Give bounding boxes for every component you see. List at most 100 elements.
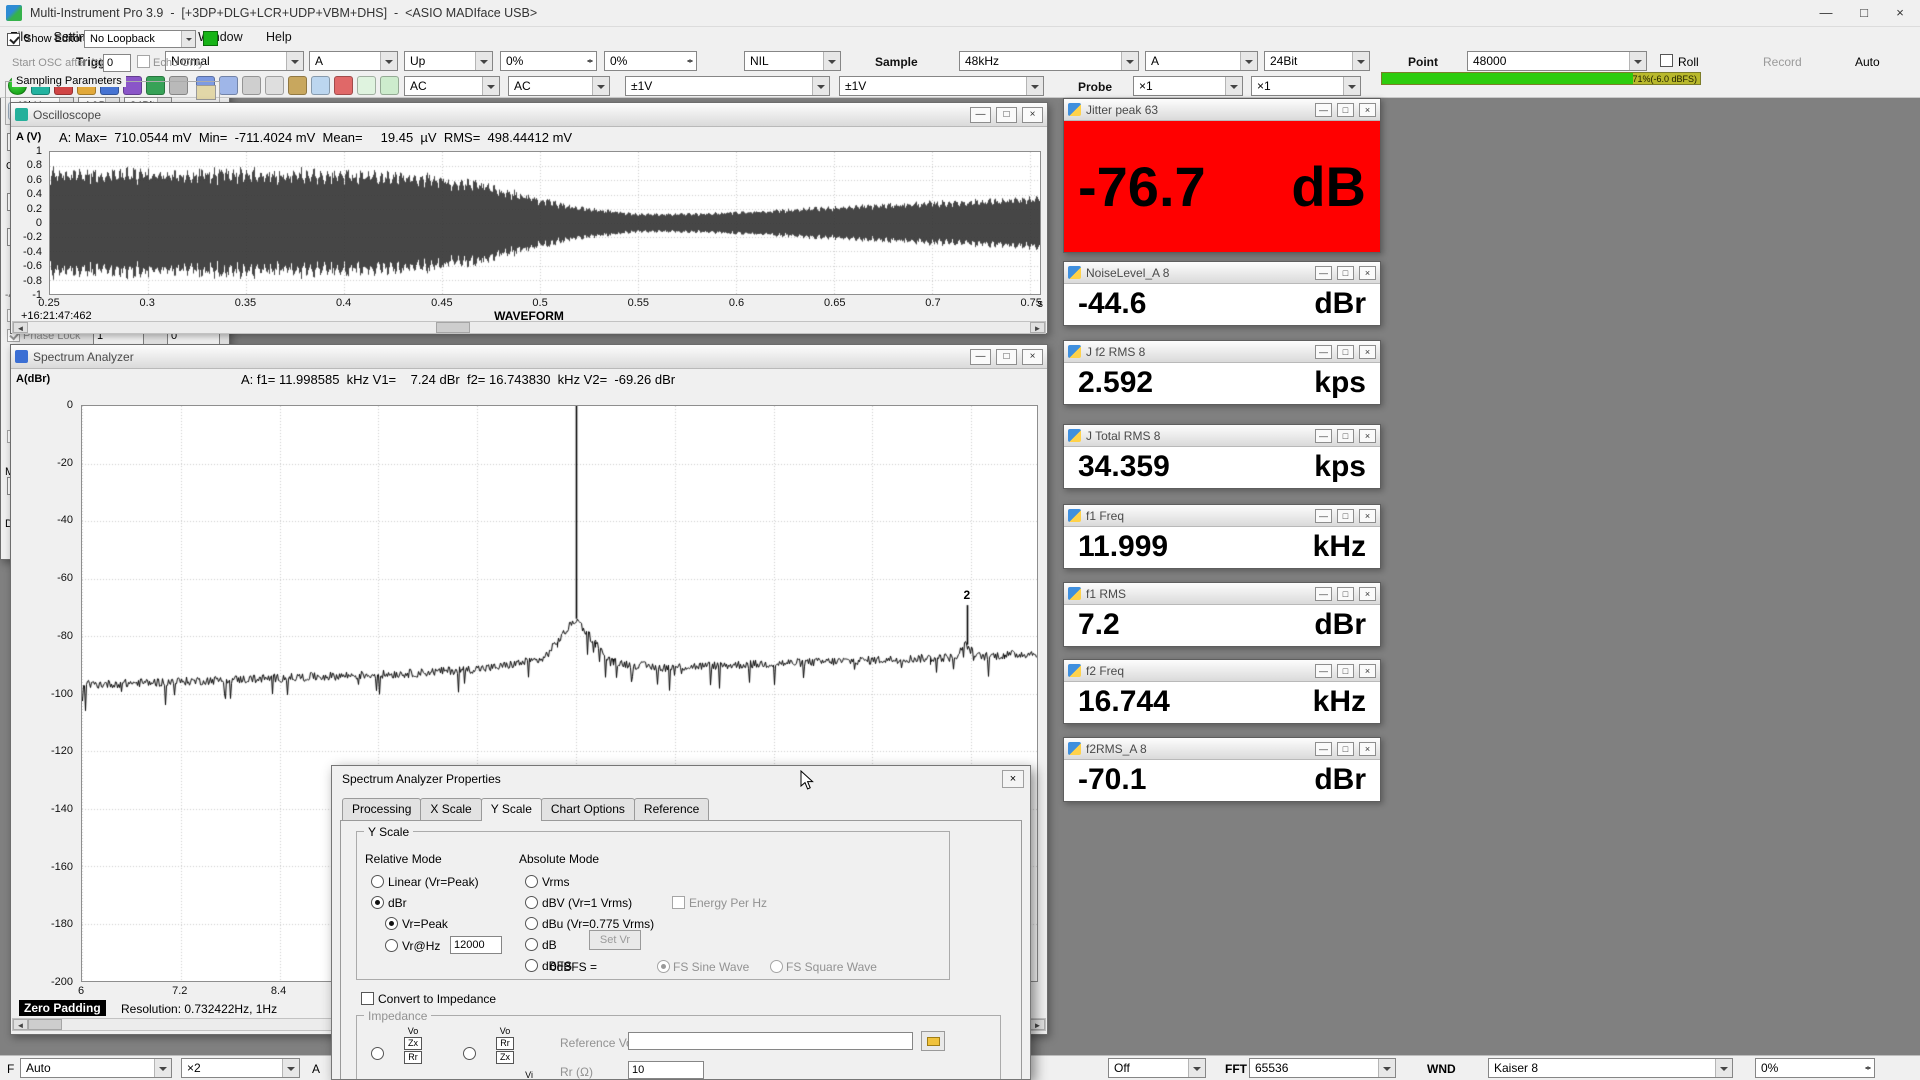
maximize-button[interactable]: □ (1337, 509, 1354, 523)
meter-titlebar[interactable]: f1 Freq — □ × (1064, 505, 1380, 527)
tab-processing[interactable]: Processing (342, 798, 421, 821)
minimize-button[interactable]: — (1315, 587, 1332, 601)
maximize-button[interactable]: □ (1337, 103, 1354, 117)
trigger-source-dropdown[interactable]: A (309, 51, 398, 71)
sample-bits-dropdown[interactable]: 24Bit (1264, 51, 1370, 71)
app-maximize-button[interactable]: □ (1846, 0, 1882, 27)
scroll-left-icon[interactable]: ◄ (13, 1019, 28, 1030)
set-vr-button[interactable]: Set Vr (589, 930, 641, 950)
screenshot-icon[interactable] (311, 76, 330, 95)
auto-button[interactable]: Auto (1855, 55, 1880, 69)
scroll-thumb[interactable] (28, 1019, 62, 1030)
start-osc-field[interactable]: 0 (103, 54, 131, 72)
sample-channel-dropdown[interactable]: A (1145, 51, 1258, 71)
dbfs-radio[interactable] (525, 959, 538, 972)
step-play-icon[interactable] (380, 76, 399, 95)
impedance-option1-radio[interactable] (371, 1047, 384, 1060)
restore-layout-icon[interactable] (265, 76, 284, 95)
maximize-button[interactable]: □ (1337, 742, 1354, 756)
linear-radio[interactable] (371, 875, 384, 888)
minimize-button[interactable]: — (1315, 509, 1332, 523)
close-button[interactable]: × (1359, 587, 1376, 601)
zoom-out-icon[interactable] (219, 76, 238, 95)
meter-titlebar[interactable]: NoiseLevel_A 8 — □ × (1064, 262, 1380, 284)
overlap-spinner[interactable]: 0% (1755, 1058, 1875, 1078)
window-function-dropdown[interactable]: Kaiser 8 (1488, 1058, 1733, 1078)
maximize-button[interactable]: □ (1337, 266, 1354, 280)
vrms-radio[interactable] (525, 875, 538, 888)
energy-per-hz-checkbox[interactable] (672, 896, 685, 909)
maximize-button[interactable]: □ (1337, 345, 1354, 359)
loopback-dropdown[interactable]: No Loopback (84, 30, 196, 48)
scroll-left-icon[interactable]: ◄ (13, 322, 28, 333)
roll-checkbox[interactable] (1660, 54, 1673, 67)
play-icon[interactable] (357, 76, 376, 95)
convert-impedance-checkbox[interactable] (361, 992, 374, 1005)
close-button[interactable]: × (1022, 349, 1043, 365)
browse-reference-button[interactable] (921, 1031, 945, 1051)
menu-help[interactable]: Help (256, 27, 302, 47)
output-mode-dropdown[interactable]: Off (1108, 1058, 1206, 1078)
open-wave-icon[interactable] (196, 85, 216, 100)
tab-reference[interactable]: Reference (634, 798, 709, 821)
echo-only-checkbox[interactable] (137, 55, 150, 68)
meter-titlebar[interactable]: Jitter peak 63 — □ × (1064, 99, 1380, 121)
scroll-right-icon[interactable]: ► (1030, 322, 1045, 333)
frequency-mode-dropdown[interactable]: Auto (20, 1058, 172, 1078)
meter-titlebar[interactable]: f2RMS_A 8 — □ × (1064, 738, 1380, 760)
probe-b-dropdown[interactable]: ×1 (1251, 76, 1361, 96)
vr-hz-radio[interactable] (385, 939, 398, 952)
dbv-radio[interactable] (525, 896, 538, 909)
minimize-button[interactable]: — (970, 349, 991, 365)
meter-titlebar[interactable]: f1 RMS — □ × (1064, 583, 1380, 605)
trigger-hpf-dropdown[interactable]: NIL (744, 51, 841, 71)
minimize-button[interactable]: — (970, 107, 991, 123)
app-close-button[interactable]: × (1882, 0, 1918, 27)
dbu-radio[interactable] (525, 917, 538, 930)
vr-peak-radio[interactable] (385, 917, 398, 930)
oscilloscope-titlebar[interactable]: Oscilloscope — □ × (11, 103, 1047, 127)
close-button[interactable]: × (1359, 266, 1376, 280)
sample-rate-dropdown[interactable]: 48kHz (959, 51, 1139, 71)
scroll-thumb[interactable] (436, 322, 470, 333)
tab-chart-options[interactable]: Chart Options (541, 798, 635, 821)
fs-square-radio[interactable] (770, 960, 783, 973)
app-minimize-button[interactable]: — (1808, 0, 1844, 27)
minimize-button[interactable]: — (1315, 103, 1332, 117)
lock-icon[interactable] (288, 76, 307, 95)
coupling-a-dropdown[interactable]: AC (404, 76, 500, 96)
dbr-radio[interactable] (371, 896, 384, 909)
minimize-button[interactable]: — (1315, 345, 1332, 359)
tab-y-scale[interactable]: Y Scale (481, 798, 542, 821)
minimize-button[interactable]: — (1315, 266, 1332, 280)
db-radio[interactable] (525, 938, 538, 951)
close-button[interactable]: × (1359, 664, 1376, 678)
maximize-button[interactable]: □ (996, 349, 1017, 365)
show-editor-checkbox[interactable] (7, 33, 20, 46)
sound-icon[interactable] (334, 76, 353, 95)
autoscale-icon[interactable] (242, 76, 261, 95)
record-button[interactable]: Record (1763, 55, 1802, 69)
point-dropdown[interactable]: 48000 (1467, 51, 1647, 71)
impedance-option2-radio[interactable] (463, 1047, 476, 1060)
meter-titlebar[interactable]: J Total RMS 8 — □ × (1064, 425, 1380, 447)
trigger-delay-spinner[interactable]: 0% (604, 51, 697, 71)
close-button[interactable]: × (1359, 509, 1376, 523)
minimize-button[interactable]: — (1315, 429, 1332, 443)
scroll-right-icon[interactable]: ► (1030, 1019, 1045, 1030)
trigger-level-spinner[interactable]: 0% (500, 51, 597, 71)
maximize-button[interactable]: □ (1337, 587, 1354, 601)
reference-vo-field[interactable] (628, 1032, 913, 1050)
fft-size-dropdown[interactable]: 65536 (1249, 1058, 1396, 1078)
meter-titlebar[interactable]: f2 Freq — □ × (1064, 660, 1380, 682)
multiplier-dropdown[interactable]: ×2 (181, 1058, 300, 1078)
fs-sine-radio[interactable] (657, 960, 670, 973)
osc-h-scrollbar[interactable]: ◄ ► (12, 321, 1046, 334)
generator-run-button[interactable] (203, 31, 218, 46)
coupling-b-dropdown[interactable]: AC (508, 76, 610, 96)
menu-window[interactable]: Window (188, 27, 252, 47)
close-button[interactable]: × (1359, 345, 1376, 359)
close-button[interactable]: × (1359, 103, 1376, 117)
close-button[interactable]: × (1359, 429, 1376, 443)
minimize-button[interactable]: — (1315, 742, 1332, 756)
